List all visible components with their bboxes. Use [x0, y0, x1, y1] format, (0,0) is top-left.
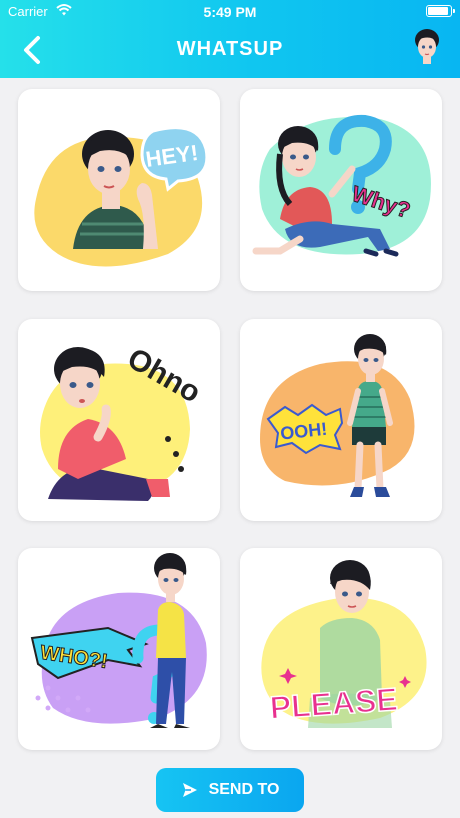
sticker-who[interactable]: WHO?!: [18, 548, 220, 750]
sticker-why[interactable]: Why?: [240, 89, 442, 291]
sticker-ohno[interactable]: Ohno: [18, 319, 220, 521]
clock: 5:49 PM: [203, 4, 257, 20]
sticker-hey[interactable]: HEY!: [18, 89, 220, 291]
status-bar: Carrier 5:49 PM: [0, 0, 460, 24]
send-to-button[interactable]: SEND TO: [156, 768, 304, 812]
app-header: Carrier 5:49 PM WHATSUP: [0, 0, 460, 78]
sticker-ooh[interactable]: OOH!: [240, 319, 442, 521]
ooh-burst: OOH!: [266, 403, 344, 455]
battery-icon: [426, 5, 455, 17]
avatar[interactable]: [412, 28, 442, 64]
send-icon: [182, 783, 197, 797]
send-to-label: SEND TO: [208, 781, 280, 798]
page-title: WHATSUP: [176, 38, 284, 60]
battery-level: [428, 7, 448, 15]
sticker-please[interactable]: PLEASE: [240, 548, 442, 750]
